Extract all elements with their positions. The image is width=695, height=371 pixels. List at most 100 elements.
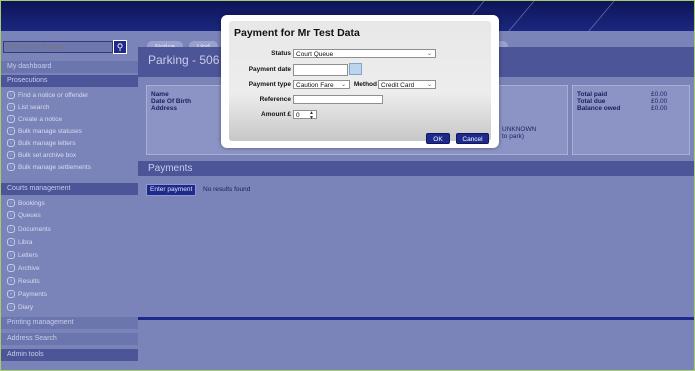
chevron-right-icon: › [7,264,15,273]
chevron-down-icon: ⌄ [340,82,346,88]
sidebar-item-queues[interactable]: › Queues [7,211,41,221]
balance-owed-label: Balance owed [577,105,621,112]
dialog-title: Payment for Mr Test Data [234,27,360,39]
sidebar-header-courts[interactable]: Courts management [1,183,138,195]
sidebar-item-bookings[interactable]: › Bookings [7,199,45,209]
address-label: Address [151,105,178,112]
app-frame: ⚲ My dashboard Prosecutions ›Find a noti… [0,0,695,371]
sidebar-item-label: Archive [18,265,40,272]
sidebar-item-label: List search [18,104,50,111]
search-button[interactable]: ⚲ [113,40,127,54]
total-paid-value: £0.00 [651,91,668,98]
chevron-right-icon: › [7,91,15,100]
chevron-right-icon: › [7,151,15,160]
sidebar-item-documents[interactable]: › Documents [7,225,51,235]
sidebar-item-results[interactable]: › Results [7,277,40,287]
sidebar: ⚲ My dashboard Prosecutions ›Find a noti… [1,31,138,370]
status-value: Court Queue [296,51,334,58]
banner-decoration [588,1,665,31]
sidebar-item-label: Bulk manage settlements [18,164,91,171]
sidebar-item-create-notice[interactable]: › Create a notice [7,115,62,125]
enter-payment-button[interactable]: Enter payment [146,184,197,196]
sidebar-item-label: Diary [18,304,34,311]
sidebar-header-printing[interactable]: Printing management [1,317,138,329]
payments-section-title: Payments [138,161,694,176]
offender-details-labels: Name Date Of Birth Address [151,91,191,112]
sidebar-item-dashboard[interactable]: My dashboard [1,61,138,73]
sidebar-header-address-search[interactable]: Address Search [1,333,138,345]
chevron-right-icon: › [7,303,15,312]
ok-button[interactable]: OK [426,133,450,144]
chevron-right-icon: › [7,127,15,136]
sidebar-item-label: Payments [18,291,47,298]
totals-values: £0.00 £0.00 £0.00 [651,91,667,112]
search-input[interactable] [3,41,113,53]
status-select[interactable]: Court Queue ⌄ [293,49,436,58]
calendar-icon[interactable] [349,63,362,75]
content-bottom-border [138,317,694,320]
chevron-right-icon: › [7,139,15,148]
sidebar-item-archive-box[interactable]: › Bulk set archive box [7,151,76,161]
sidebar-header-prosecutions[interactable]: Prosecutions [1,75,138,87]
sidebar-item-label: Bookings [18,200,45,207]
payment-dialog: Payment for Mr Test Data Status Court Qu… [221,15,499,148]
amount-value: 0 [296,112,300,119]
method-label: Method [353,81,377,88]
sidebar-item-find-notice[interactable]: › Find a notice or offender [7,91,88,101]
chevron-right-icon: › [7,115,15,124]
amount-stepper[interactable]: 0 ▲ ▼ [293,110,317,121]
sidebar-item-payments[interactable]: › Payments [7,290,47,300]
chevron-right-icon: › [7,163,15,172]
sidebar-item-letters[interactable]: › Letters [7,251,38,261]
sidebar-item-label: Results [18,278,40,285]
total-due-value: £0.00 [651,98,668,105]
sidebar-item-label: Create a notice [18,116,63,123]
chevron-down-icon: ⌄ [426,82,432,88]
sidebar-item-list-search[interactable]: › List search [7,103,49,113]
chevron-right-icon: › [7,238,15,247]
sidebar-item-label: Find a notice or offender [18,92,89,99]
offence-detail-line: to park) [502,133,525,140]
page-title: Parking - 506 [148,53,220,67]
sidebar-item-bulk-settlements[interactable]: › Bulk manage settlements [7,163,91,173]
offence-details: UNKNOWN to park) [502,126,536,140]
balance-owed-value: £0.00 [651,105,668,112]
chevron-right-icon: › [7,290,15,299]
offence-detail-line: UNKNOWN [502,126,537,133]
chevron-right-icon: › [7,211,15,220]
chevron-right-icon: › [7,225,15,234]
sidebar-item-label: Bulk manage statuses [18,128,82,135]
name-label: Name [151,91,169,98]
payment-date-label: Payment date [248,66,291,73]
reference-label: Reference [259,96,291,103]
sidebar-item-archive[interactable]: › Archive [7,264,40,274]
sidebar-item-bulk-letters[interactable]: › Bulk manage letters [7,139,75,149]
chevron-right-icon: › [7,103,15,112]
chevron-right-icon: › [7,277,15,286]
no-results-text: No results found [203,186,251,193]
spinner-arrows-icon[interactable]: ▲ ▼ [309,111,314,121]
payment-type-select[interactable]: Caution Fare ⌄ [293,80,350,89]
totals-labels: Total paid Total due Balance owed [577,91,620,112]
sidebar-item-label: Queues [18,212,41,219]
payment-type-value: Caution Fare [296,82,334,89]
cancel-button[interactable]: Cancel [456,133,489,144]
sidebar-item-label: Bulk set archive box [18,152,77,159]
method-select[interactable]: Credit Card ⌄ [378,80,436,89]
banner-decoration [508,1,595,31]
total-paid-label: Total paid [577,91,608,98]
reference-input[interactable] [293,95,383,104]
sidebar-item-label: Bulk manage letters [18,140,76,147]
dob-label: Date Of Birth [151,98,192,105]
chevron-down-icon: ⌄ [426,51,432,57]
payment-type-label: Payment type [248,81,291,88]
sidebar-item-diary[interactable]: › Diary [7,303,33,313]
status-label: Status [271,50,291,57]
amount-label: Amount £ [261,111,291,118]
sidebar-item-libra[interactable]: › Libra [7,238,32,248]
search-icon: ⚲ [116,42,124,52]
sidebar-item-bulk-statuses[interactable]: › Bulk manage statuses [7,127,82,137]
payment-totals-panel: Total paid Total due Balance owed £0.00 … [572,85,690,155]
payment-date-input[interactable] [293,64,348,76]
sidebar-header-admin-tools[interactable]: Admin tools [1,349,138,361]
